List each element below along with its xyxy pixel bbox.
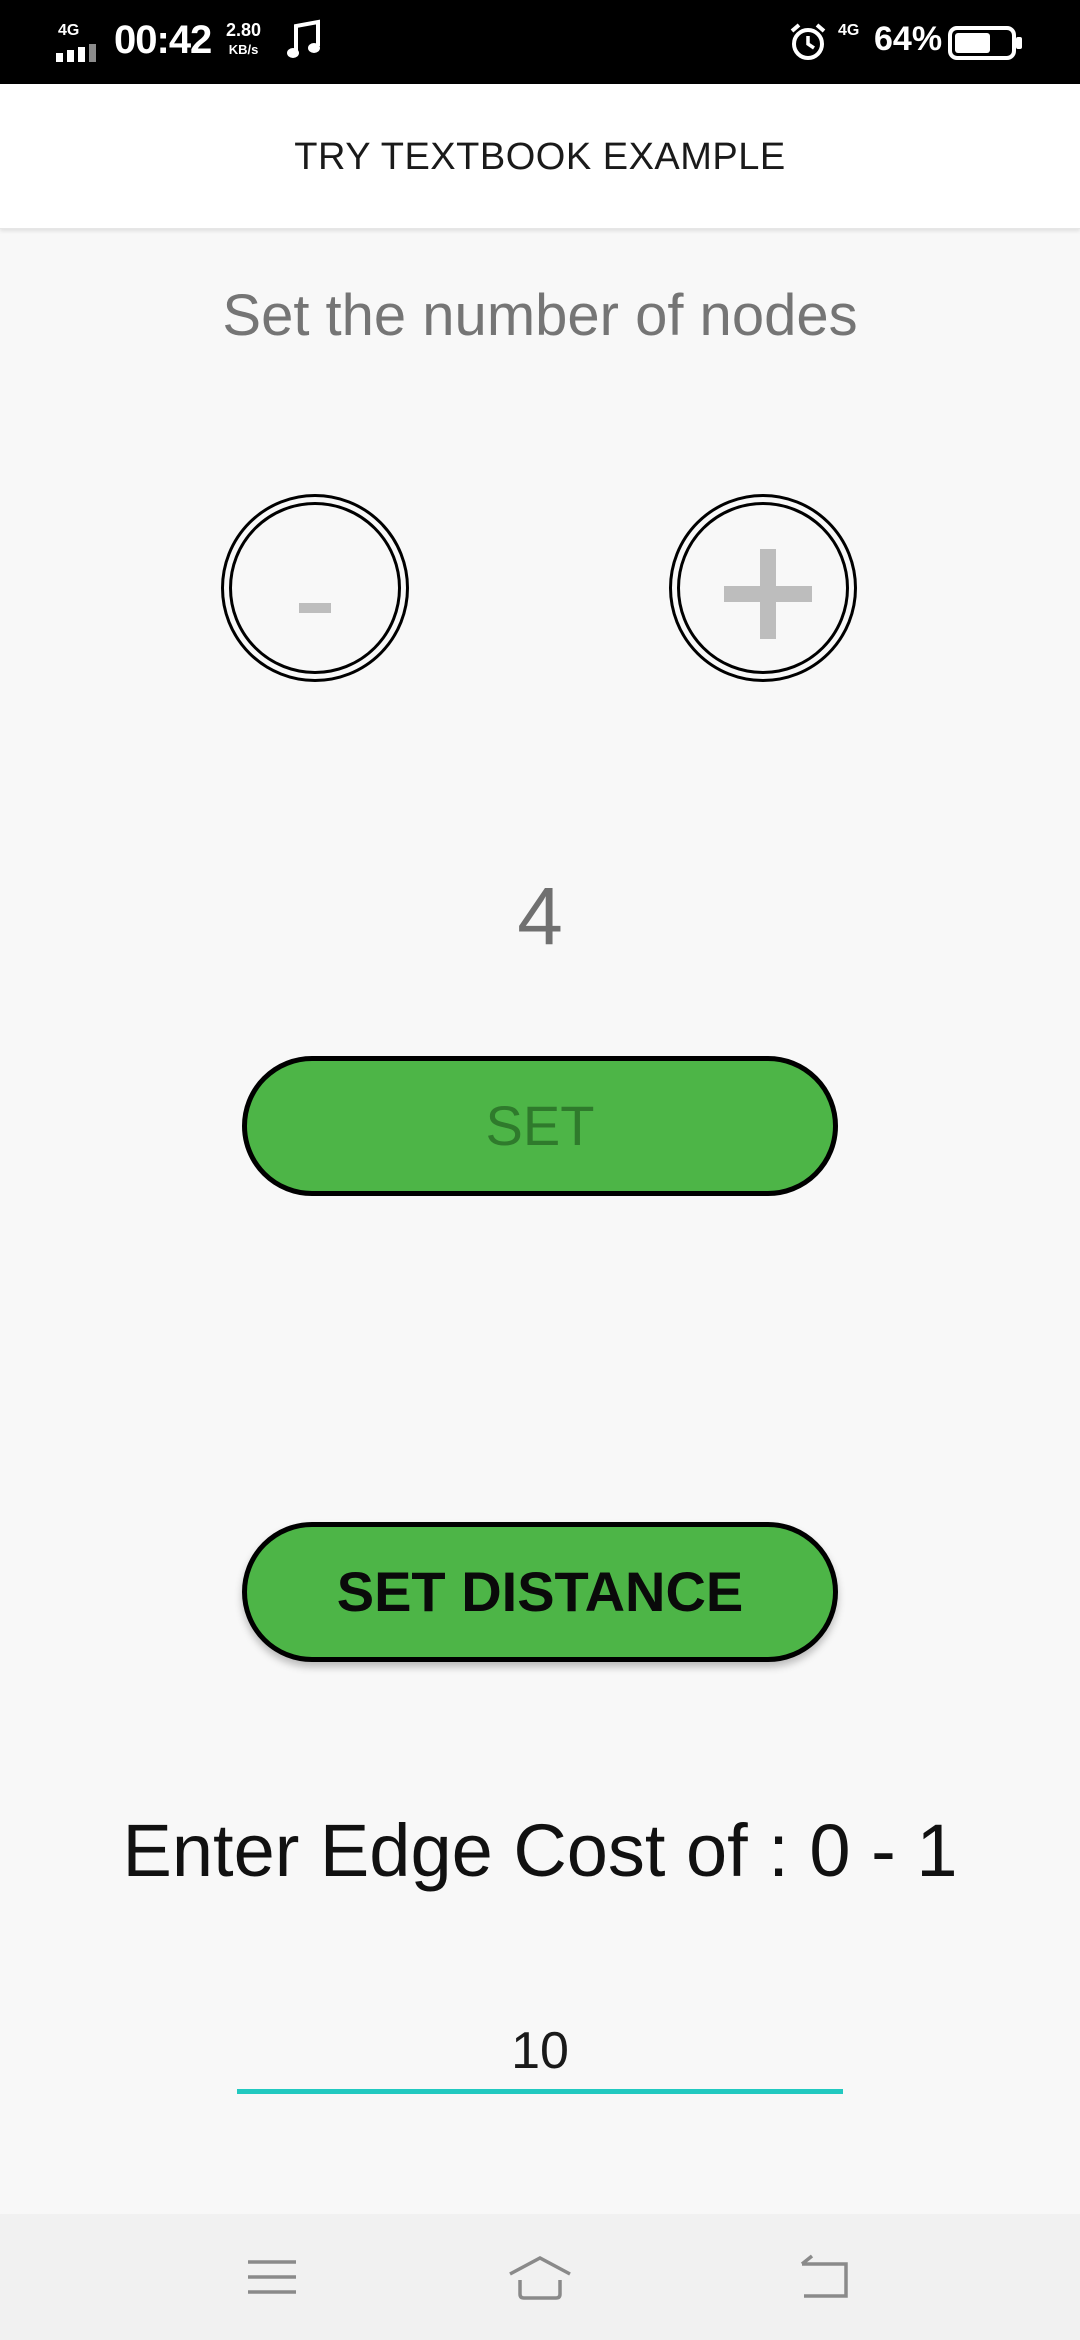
battery-icon	[948, 26, 1024, 60]
signal-icon: 4G	[56, 22, 104, 62]
network-speed: 2.80 KB/s	[226, 20, 261, 60]
app-bar: TRY TEXTBOOK EXAMPLE	[0, 84, 1080, 229]
minus-icon	[299, 603, 331, 613]
edge-cost-label: Enter Edge Cost of : 0 - 1	[122, 1809, 958, 1892]
back-icon[interactable]	[788, 2244, 860, 2310]
set-distance-button[interactable]: SET DISTANCE	[242, 1522, 838, 1662]
secondary-network-label: 4G	[838, 22, 860, 39]
menu-icon[interactable]	[236, 2244, 308, 2310]
nodes-heading: Set the number of nodes	[222, 283, 858, 348]
battery-percent: 64%	[874, 20, 943, 58]
edge-cost-input[interactable]	[237, 2012, 843, 2094]
node-count: 4	[517, 871, 563, 962]
plus-icon	[724, 549, 812, 639]
status-bar: 4G 00:42 2.80 KB/s 4G 64%	[0, 0, 1080, 84]
network-label: 4G	[58, 22, 80, 39]
set-button[interactable]: SET	[242, 1056, 838, 1196]
speed-unit: KB/s	[228, 42, 259, 57]
music-note-icon	[286, 18, 322, 62]
status-time: 00:42	[114, 18, 212, 62]
increment-button[interactable]: +	[669, 494, 857, 682]
decrement-button[interactable]: -	[221, 494, 409, 682]
home-icon[interactable]	[504, 2244, 576, 2310]
navigation-bar	[0, 2214, 1080, 2340]
speed-value: 2.80	[226, 20, 262, 40]
page-title: TRY TEXTBOOK EXAMPLE	[294, 136, 786, 178]
alarm-icon	[788, 22, 828, 62]
